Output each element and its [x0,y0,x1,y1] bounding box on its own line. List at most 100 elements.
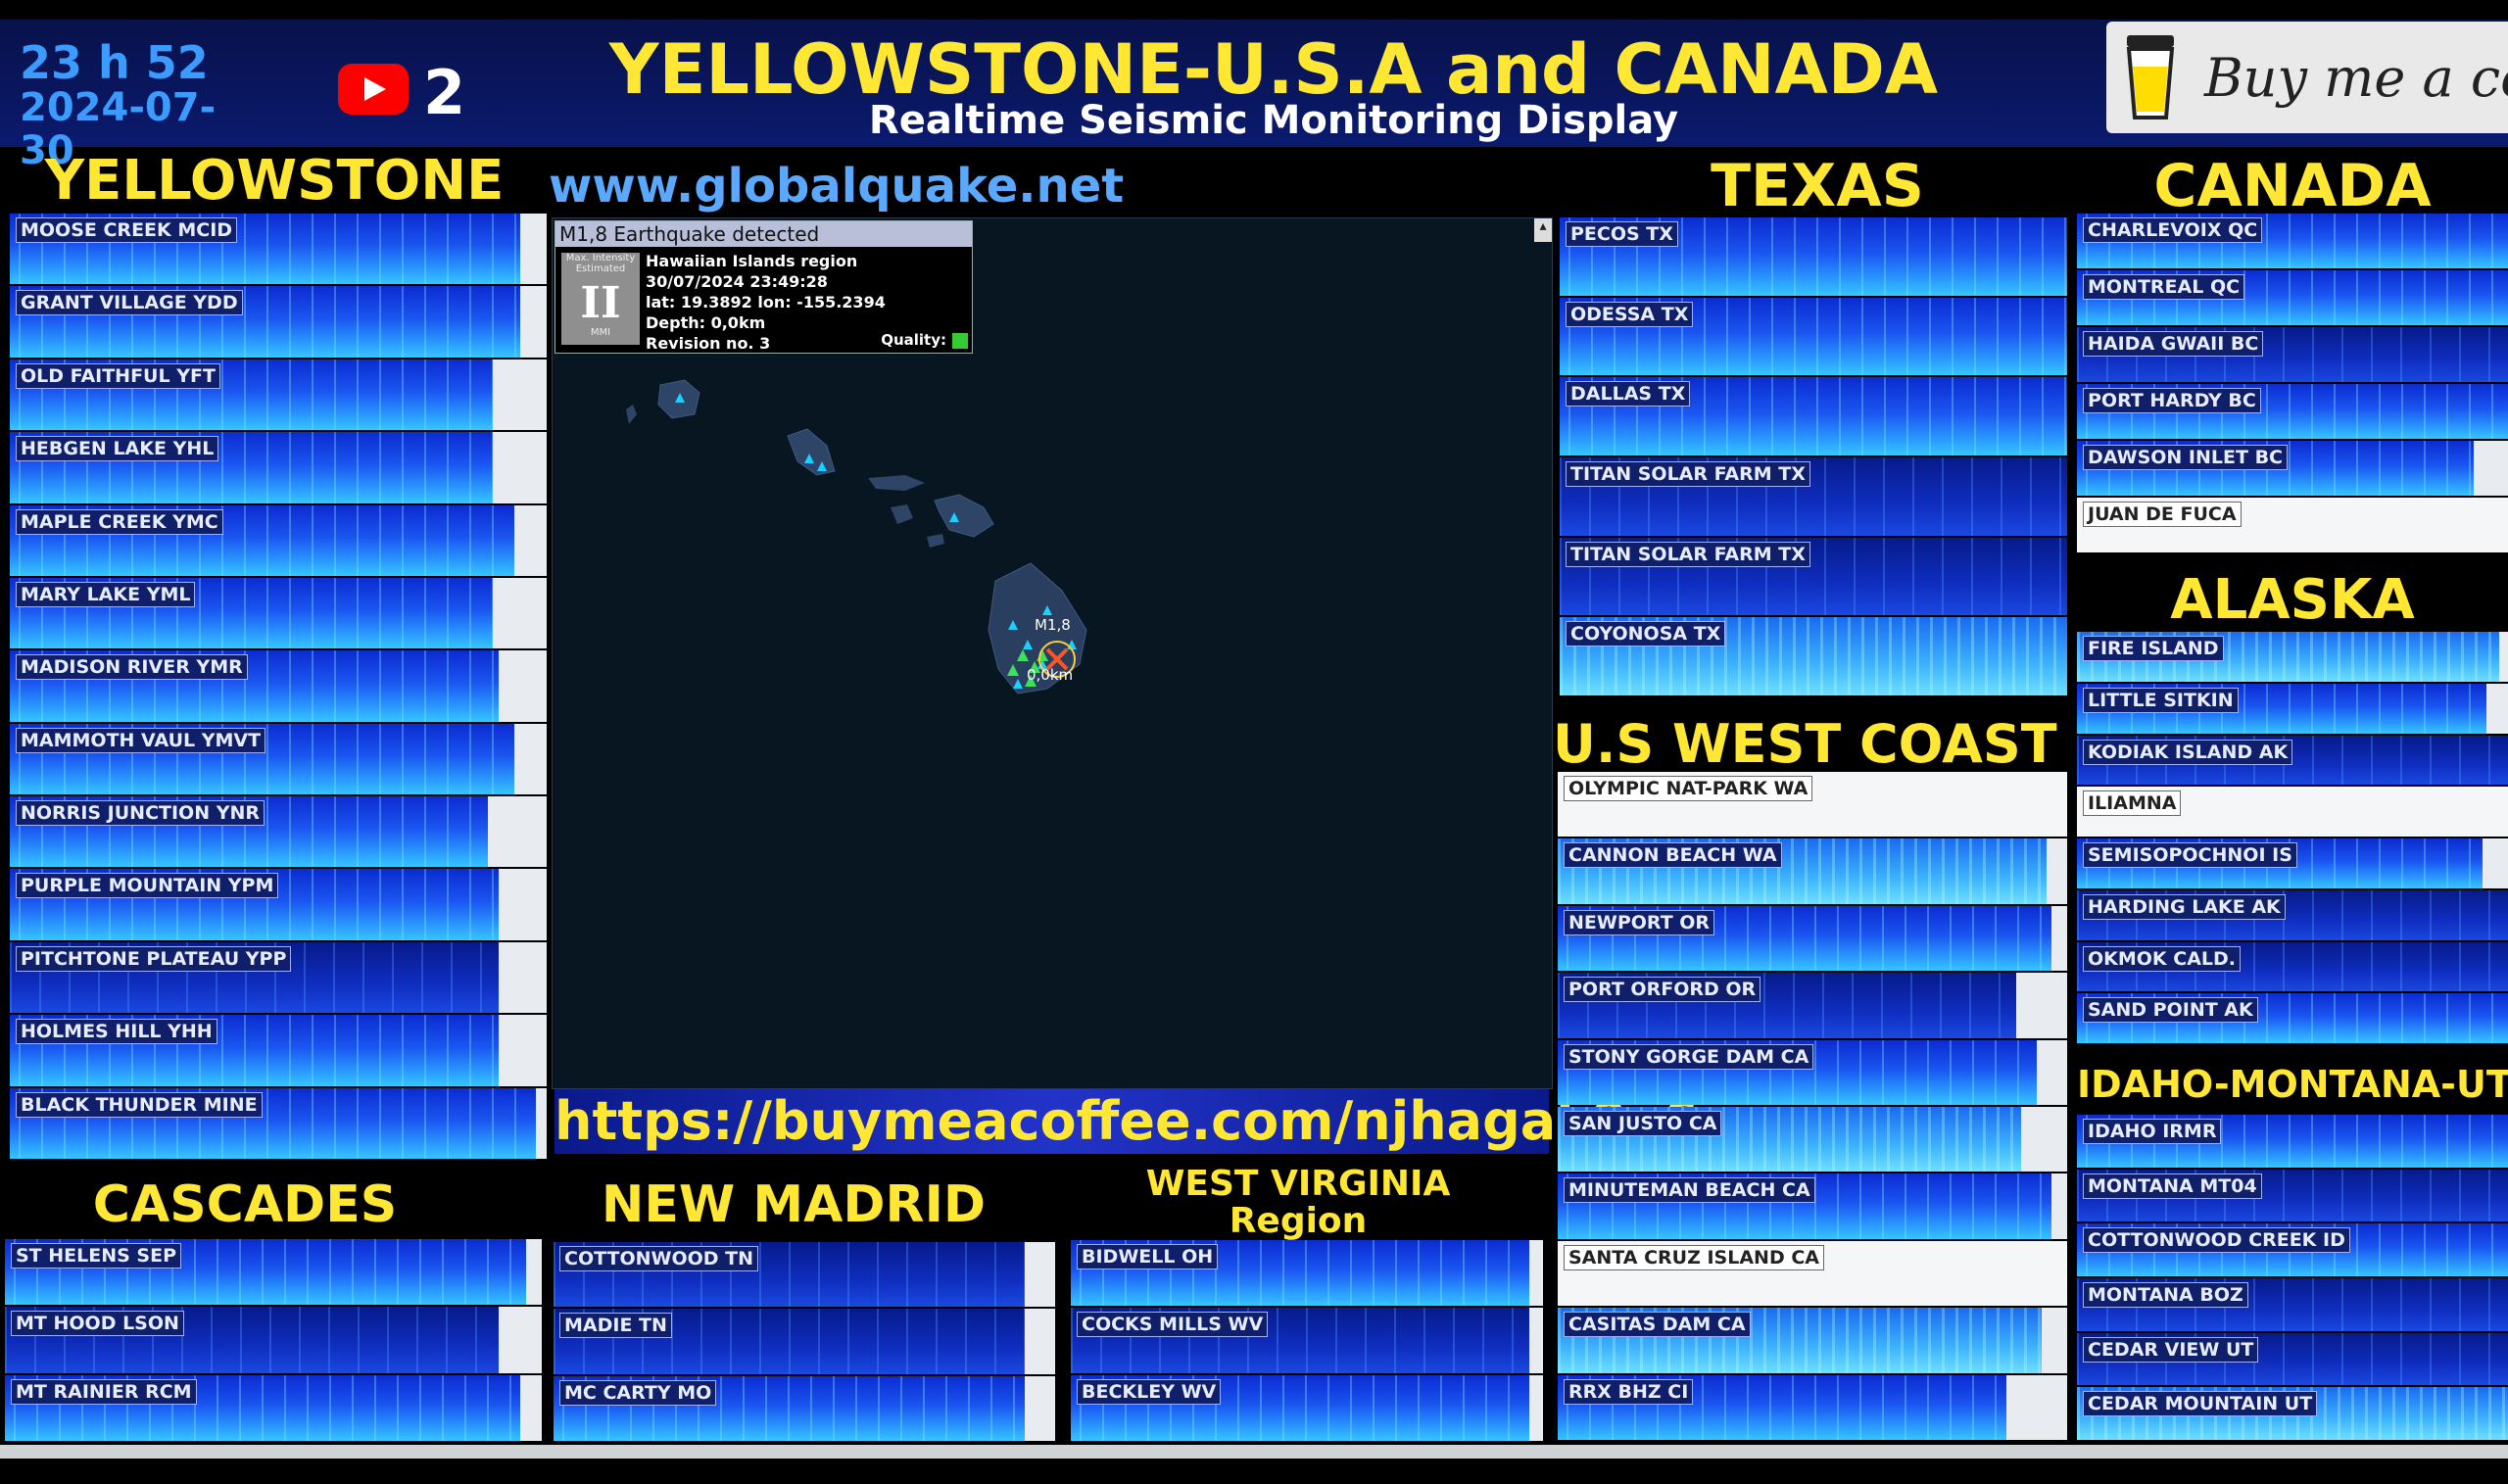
canada-panel: CHARLEVOIX QC MONTREAL QC HAIDA GWAII BC PO… [2077,214,2508,554]
data-gap [2499,632,2508,682]
station-label: CANNON BEACH WA [1564,842,1782,869]
station-strip: OLYMPIC NAT-PARK WA [1558,772,2067,838]
station-label: SEMISOPOCHNOI IS [2083,842,2297,868]
station-label: MT HOOD LSON [11,1311,184,1337]
station-strip: MARY LAKE YML [10,577,547,649]
quality-indicator [952,332,968,349]
section-cascades: CASCADES [92,1175,398,1234]
station-strip: COTTONWOOD TN [554,1242,1055,1308]
station-label: CASITAS DAM CA [1564,1312,1751,1338]
data-gap [514,723,547,795]
station-strip: MONTANA MT04 [2077,1169,2508,1222]
station-label: MADISON RIVER YMR [16,654,248,681]
bottom-bar [0,1445,2508,1484]
clock-time: 23 h 52 [20,36,209,89]
station-label: STONY GORGE DAM CA [1564,1043,1814,1070]
station-strip: PORT ORFORD OR [1558,973,2067,1038]
station-strip: TITAN SOLAR FARM TX [1560,457,2067,536]
data-gap [498,1015,547,1086]
station-label: HEBGEN LAKE YHL [16,436,219,462]
new-madrid-panel: COTTONWOOD TN MADIE TN MC CARTY MO [554,1242,1055,1443]
station-label: OLD FAITHFUL YFT [16,362,220,389]
globalquake-link[interactable]: www.globalquake.net [549,159,1124,214]
section-west-coast: U.S WEST COAST [1553,713,2057,775]
coffee-cup-icon [2126,35,2175,120]
quake-latlon: lat: 19.3892 lon: -155.2394 [646,293,886,311]
station-label: MADIE TN [559,1313,672,1339]
station-strip: MAMMOTH VAUL YMVT [10,723,547,795]
station-strip: MONTREAL QC [2077,270,2508,325]
station-label: PORT HARDY BC [2083,388,2261,413]
station-label: TITAN SOLAR FARM TX [1566,461,1810,487]
data-gap [493,432,547,503]
buy-me-a-coffee-button[interactable]: Buy me a coffe [2106,22,2508,133]
data-gap [2016,973,2067,1038]
niihau-island [626,405,637,424]
station-label: COCKS MILLS WV [1077,1312,1269,1337]
data-gap [1528,1375,1543,1441]
section-alaska: ALASKA [2170,568,2415,632]
intensity-value: II [580,278,621,328]
station-label: MARY LAKE YML [16,581,196,607]
data-gap [493,359,547,431]
epicenter-depth: 0,0km [1027,666,1073,684]
page-subtitle: Realtime Seismic Monitoring Display [868,98,1679,143]
station-strip: MINUTEMAN BEACH CA [1558,1173,2067,1239]
data-gap [520,1374,542,1441]
data-gap [2482,838,2508,888]
station-label: NEWPORT OR [1564,909,1715,935]
station-label: CEDAR VIEW UT [2083,1336,2259,1363]
station-label: BECKLEY WV [1077,1379,1222,1405]
station-strip: ILIAMNA [2077,787,2508,837]
station-strip: TITAN SOLAR FARM TX [1560,537,2067,616]
data-gap [2051,905,2067,972]
data-gap [498,869,547,940]
station-label: ILIAMNA [2083,790,2182,817]
data-gap [514,504,547,576]
earthquake-map[interactable]: M1,8 0,0km M1,8 Earthquake detected Max.… [552,217,1553,1089]
molokai-island [868,475,925,491]
station-strip: MADIE TN [554,1309,1055,1374]
station-strip: RRX BHZ CI [1558,1374,2067,1440]
station-label: JUAN DE FUCA [2083,502,2242,527]
station-strip: GRANT VILLAGE YDD [10,286,547,358]
station-label: ST HELENS SEP [11,1243,182,1269]
data-gap [1528,1240,1543,1306]
station-label: SAN JUSTO CA [1564,1111,1722,1136]
station-label: ODESSA TX [1566,301,1694,327]
station-label: IDAHO IRMR [2083,1119,2222,1144]
data-gap [536,1087,547,1159]
youtube-icon[interactable] [338,64,409,115]
station-strip: ODESSA TX [1560,297,2067,376]
station-strip: NEWPORT OR [1558,905,2067,972]
station-strip: BIDWELL OH [1071,1240,1543,1306]
data-gap [1025,1242,1055,1308]
map-scroll-button[interactable]: ▴ [1534,218,1552,242]
station-label: PECOS TX [1566,221,1678,247]
intensity-scale: MMI [590,327,611,338]
data-gap [2036,1039,2067,1105]
station-strip: DAWSON INLET BC [2077,441,2508,496]
wv-title-line1: WEST VIRGINIA [1145,1164,1451,1204]
data-gap [2486,683,2508,734]
station-strip: CASITAS DAM CA [1558,1308,2067,1373]
station-label: CEDAR MOUNTAIN UT [2083,1391,2318,1417]
station-strip: MONTANA BOZ [2077,1278,2508,1331]
buymeacoffee-link[interactable]: https://buymeacoffee.com/njhagak9x6 [555,1089,1699,1154]
station-label: FIRE ISLAND [2083,636,2224,661]
data-gap [1528,1308,1543,1373]
section-west-virginia: WEST VIRGINIA Region [1078,1166,1519,1240]
earthquake-popup[interactable]: M1,8 Earthquake detected Max. Intensity … [555,220,973,354]
yellowstone-panel: MOOSE CREEK MCID GRANT VILLAGE YDD OLD FAI… [10,214,547,1161]
station-strip: BLACK THUNDER MINE [10,1087,547,1159]
station-label: COTTONWOOD TN [559,1246,759,1271]
station-strip: SAN JUSTO CA [1558,1107,2067,1173]
quake-depth: Depth: 0,0km [646,313,766,332]
intensity-box: Max. Intensity Estimated II MMI [561,253,640,345]
section-texas: TEXAS [1711,152,1924,220]
station-label: MONTREAL QC [2083,274,2245,300]
station-strip: STONY GORGE DAM CA [1558,1039,2067,1105]
station-label: MONTANA MT04 [2083,1173,2262,1199]
station-strip: DALLAS TX [1560,377,2067,455]
station-label: OKMOK CALD. [2083,945,2242,972]
